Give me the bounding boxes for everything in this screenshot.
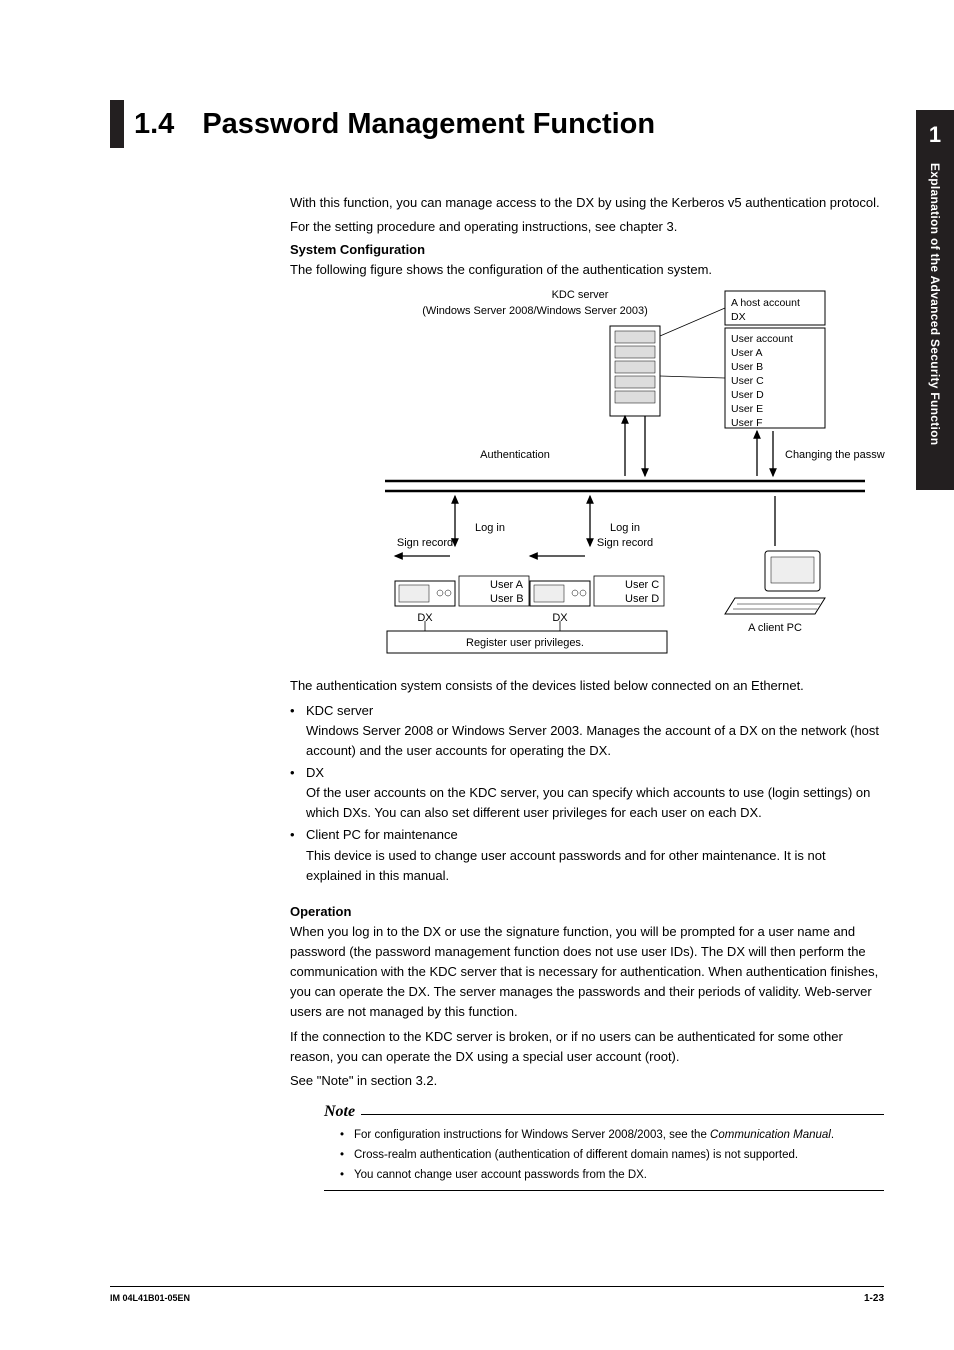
bullet-3-title: Client PC for maintenance <box>306 825 884 845</box>
kdc-sublabel: (Windows Server 2008/Windows Server 2003… <box>422 305 648 317</box>
system-config-lead: The following figure shows the configura… <box>290 260 884 280</box>
auth-label: Authentication <box>480 449 550 461</box>
note-bullet-1: For configuration instructions for Windo… <box>354 1127 834 1145</box>
user-b-label: User B <box>731 361 763 373</box>
page-container: 1 Explanation of the Advanced Security F… <box>0 0 954 1350</box>
heading-marker <box>110 100 124 148</box>
operation-p1: When you log in to the DX or use the sig… <box>290 922 884 1023</box>
dx-device-1-icon <box>395 581 455 606</box>
heading-number: 1.4 <box>134 108 174 141</box>
login-label-1: Log in <box>475 522 505 534</box>
heading-text: Password Management Function <box>202 108 655 141</box>
dx1-user-b: User B <box>490 593 524 605</box>
bullet-icon: • <box>340 1127 354 1145</box>
dx1-user-a: User A <box>490 579 524 591</box>
dx2-user-c: User C <box>625 579 659 591</box>
dx-device-2-icon <box>530 581 590 606</box>
note-bottom-line <box>324 1190 884 1191</box>
bullet-1-title: KDC server <box>306 701 884 721</box>
server-icon <box>610 326 660 416</box>
operation-p3: See "Note" in section 3.2. <box>290 1071 884 1091</box>
intro-para-1: With this function, you can manage acces… <box>290 193 884 213</box>
user-f-label: User F <box>731 417 763 429</box>
user-c-label: User C <box>731 375 764 387</box>
bullet-2-body: Of the user accounts on the KDC server, … <box>306 783 884 823</box>
bullet-list: • KDC server Windows Server 2008 or Wind… <box>290 701 884 886</box>
section-heading: 1.4 Password Management Function <box>110 100 884 148</box>
dx2-user-d: User D <box>625 593 659 605</box>
page-footer: IM 04L41B01-05EN 1-23 <box>110 1286 884 1304</box>
operation-p2: If the connection to the KDC server is b… <box>290 1027 884 1067</box>
bullet-icon: • <box>290 701 306 761</box>
operation-heading: Operation <box>290 904 884 919</box>
note-bullet-2: Cross-realm authentication (authenticati… <box>354 1147 798 1165</box>
bullet-icon: • <box>340 1147 354 1165</box>
host-dx-label: DX <box>731 311 746 323</box>
chapter-number: 1 <box>929 122 941 148</box>
login-label-2: Log in <box>610 522 640 534</box>
auth-system-lead: The authentication system consists of th… <box>290 676 884 696</box>
sign-record-label-2: Sign record <box>597 537 653 549</box>
intro-para-2: For the setting procedure and operating … <box>290 217 884 237</box>
footer-page-num: 1-23 <box>864 1293 884 1304</box>
note-bullet-3: You cannot change user account passwords… <box>354 1167 647 1185</box>
bullet-1-body: Windows Server 2008 or Windows Server 20… <box>306 721 884 761</box>
user-account-label: User account <box>731 333 793 345</box>
note-section: Note • For configuration instructions fo… <box>324 1103 884 1191</box>
system-diagram: KDC server (Windows Server 2008/Windows … <box>325 286 884 666</box>
chapter-tab: 1 Explanation of the Advanced Security F… <box>916 110 954 490</box>
bullet-2-title: DX <box>306 763 884 783</box>
kdc-label: KDC server <box>552 289 609 301</box>
bullet-icon: • <box>340 1167 354 1185</box>
changing-pw-label: Changing the password <box>785 449 885 461</box>
bullet-icon: • <box>290 825 306 885</box>
footer-doc-id: IM 04L41B01-05EN <box>110 1293 190 1304</box>
bullet-3-body: This device is used to change user accou… <box>306 846 884 886</box>
register-label: Register user privileges. <box>466 637 584 649</box>
system-config-heading: System Configuration <box>290 242 884 257</box>
user-e-label: User E <box>731 403 763 415</box>
note-top-line <box>361 1114 884 1115</box>
bullet-icon: • <box>290 763 306 823</box>
chapter-title: Explanation of the Advanced Security Fun… <box>928 163 942 445</box>
note-label: Note <box>324 1103 355 1121</box>
host-account-label: A host account <box>731 297 800 309</box>
client-pc-label: A client PC <box>748 622 802 634</box>
sign-record-label-1: Sign record <box>397 537 453 549</box>
user-a-label: User A <box>731 347 763 359</box>
user-d-label: User D <box>731 389 764 401</box>
client-pc-icon <box>725 551 825 614</box>
